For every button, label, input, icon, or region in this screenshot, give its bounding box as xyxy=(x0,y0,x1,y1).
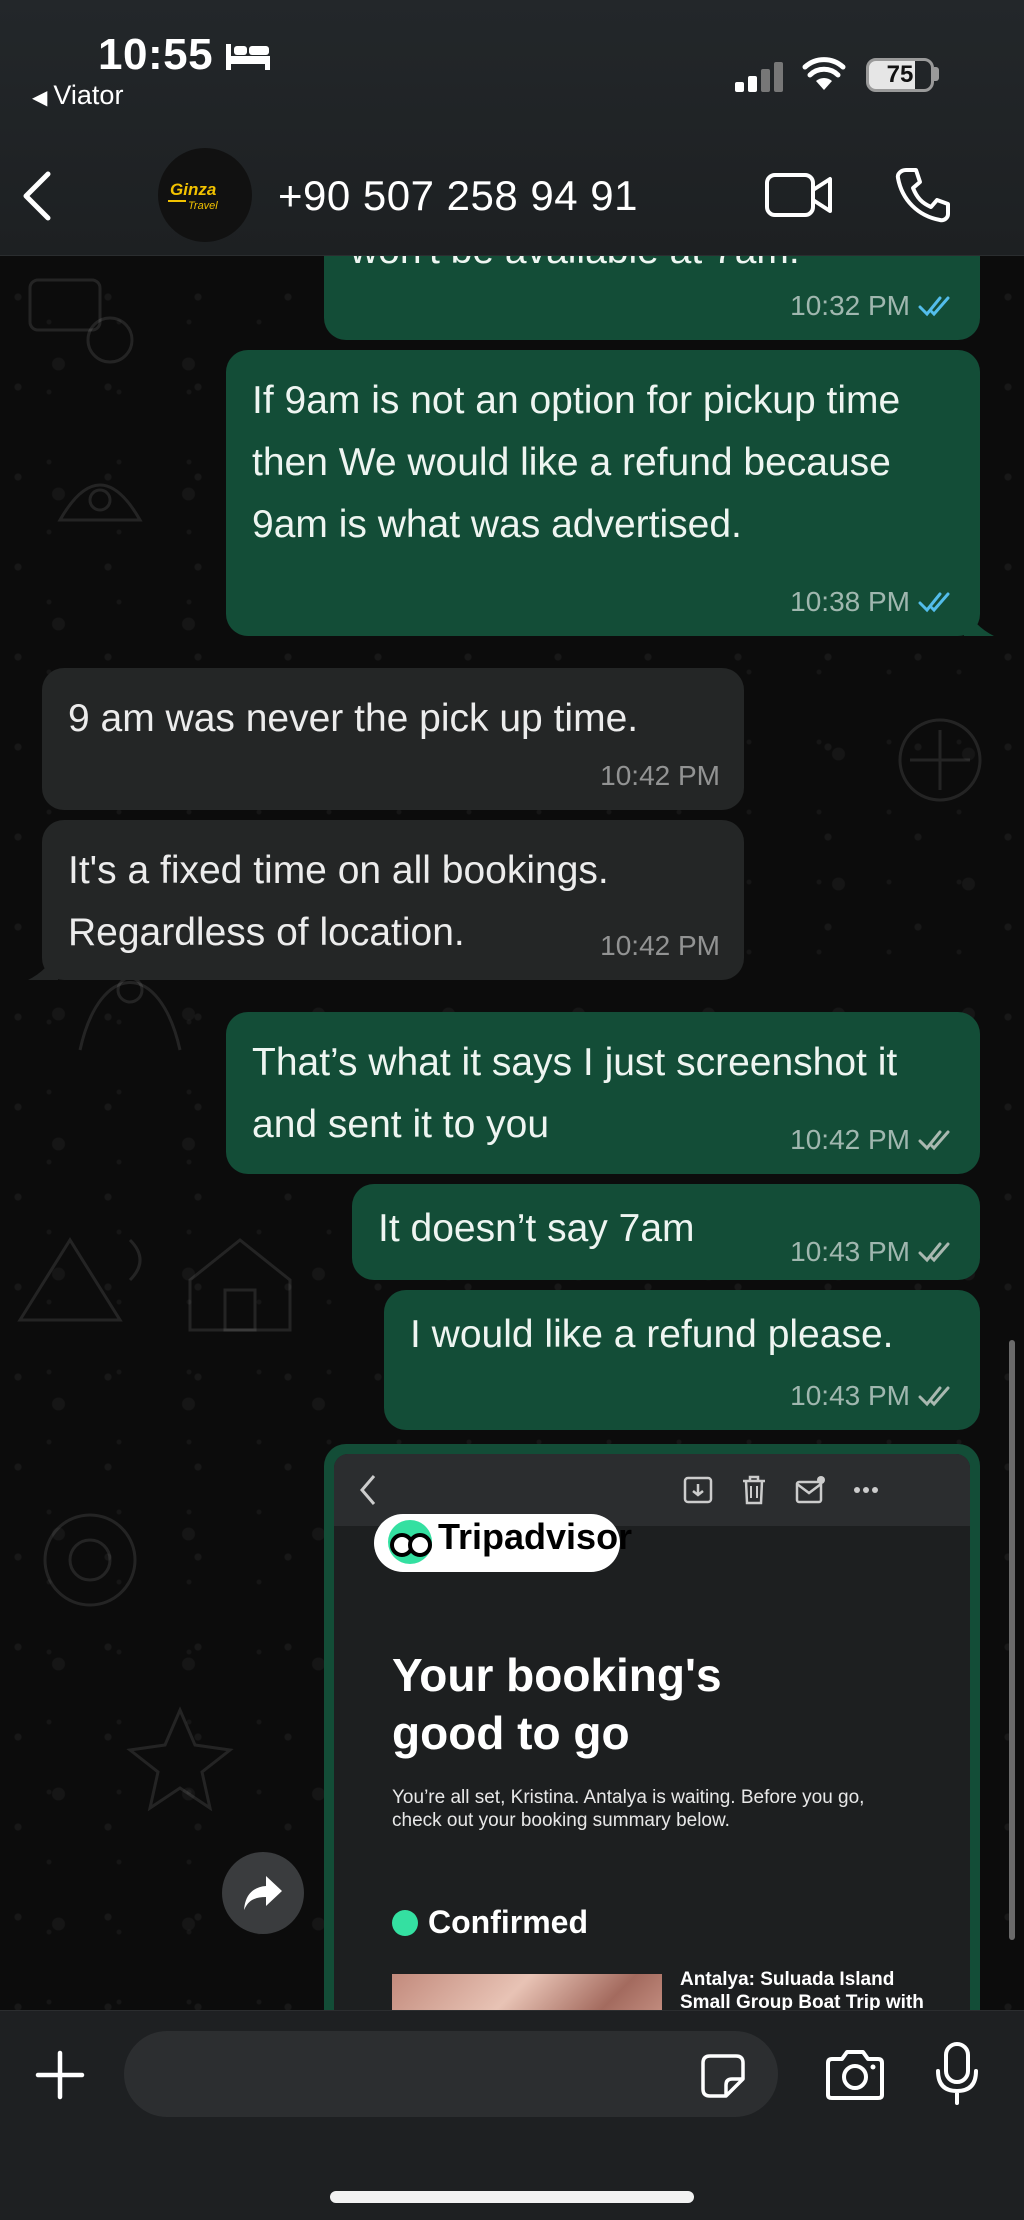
delivered-receipt-icon xyxy=(918,1242,950,1263)
archive-icon xyxy=(683,1476,713,1504)
contact-name[interactable]: +90 507 258 94 91 xyxy=(278,172,638,220)
plus-icon[interactable] xyxy=(34,2049,86,2101)
forward-button[interactable] xyxy=(222,1852,304,1934)
forward-icon xyxy=(244,1876,282,1910)
bubble-tail xyxy=(964,606,994,636)
status-time: 10:55 xyxy=(98,30,214,79)
status-label: Confirmed xyxy=(428,1904,588,1940)
email-title: Your booking's good to go xyxy=(392,1649,722,1759)
battery-tip xyxy=(934,67,939,81)
bubble-tail xyxy=(28,950,58,980)
booking-status: Confirmed xyxy=(392,1904,588,1941)
message-time: 10:43 PM xyxy=(790,1380,910,1411)
message-bubble-incoming[interactable]: It's a fixed time on all bookings. Regar… xyxy=(28,820,744,980)
phone-call-icon[interactable] xyxy=(894,166,952,224)
bed-icon xyxy=(226,44,270,70)
avatar-text-ginza: Ginza xyxy=(170,180,217,199)
wifi-icon xyxy=(802,57,846,90)
message-time: 10:43 PM xyxy=(790,1236,910,1267)
mic-icon[interactable] xyxy=(934,2041,980,2107)
wallpaper-doodle xyxy=(57,483,143,522)
read-receipt-icon xyxy=(918,592,950,613)
message-time: 10:42 PM xyxy=(790,1124,910,1155)
owl-icon xyxy=(388,1520,432,1564)
sticker-icon[interactable] xyxy=(700,2053,746,2099)
message-time: 10:38 PM xyxy=(790,586,910,617)
composer-bar xyxy=(0,2010,1024,2220)
brand-name: Tripadvisor xyxy=(438,1516,633,1557)
message-text: It's a fixed time on all bookings. Regar… xyxy=(68,849,609,954)
back-chevron-icon[interactable] xyxy=(18,168,58,224)
delivered-receipt-icon xyxy=(918,1130,950,1151)
wallpaper-doodle xyxy=(126,1706,234,1812)
message-time: 10:42 PM xyxy=(600,930,720,961)
mark-unread-icon xyxy=(795,1476,825,1504)
avatar-line xyxy=(168,200,186,202)
battery-icon: 75 xyxy=(866,58,934,92)
home-indicator[interactable] xyxy=(330,2191,694,2203)
message-time: 10:42 PM xyxy=(600,760,720,791)
video-call-icon[interactable] xyxy=(764,170,834,220)
message-bubble-outgoing[interactable]: I would like a refund please. 10:43 PM xyxy=(384,1290,980,1430)
wallpaper-doodle xyxy=(28,278,134,364)
wallpaper-doodle xyxy=(43,1513,137,1607)
back-app-label: Viator xyxy=(53,80,124,110)
email-subtitle: You’re all set, Kristina. Antalya is wai… xyxy=(392,1787,865,1831)
wallpaper-doodle xyxy=(188,1238,292,1332)
chat-header: 10:55 ◀ Viator 75 Ginza Travel +90 507 25… xyxy=(0,0,1024,256)
message-time: 10:32 PM xyxy=(790,290,910,321)
battery-level: 75 xyxy=(886,61,914,88)
message-text: 9 am was never the pick up time. xyxy=(68,697,639,740)
camera-icon[interactable] xyxy=(824,2049,886,2101)
scrollbar[interactable] xyxy=(1009,1340,1015,1940)
avatar-text-travel: Travel xyxy=(188,200,218,212)
trash-icon xyxy=(743,1475,765,1505)
chevron-left-icon xyxy=(360,1475,376,1505)
delivered-receipt-icon xyxy=(918,1386,950,1407)
message-text: I would like a refund please. xyxy=(410,1313,894,1356)
message-bubble-outgoing[interactable]: That’s what it says I just screenshot it… xyxy=(226,1012,980,1174)
wallpaper-doodle xyxy=(17,1237,142,1322)
read-receipt-icon xyxy=(918,296,950,317)
message-input[interactable] xyxy=(124,2031,778,2117)
message-bubble-outgoing[interactable]: If 9am is not an option for pickup time … xyxy=(226,350,994,636)
message-text: If 9am is not an option for pickup time … xyxy=(252,379,901,546)
wallpaper-doodle xyxy=(898,718,982,802)
message-bubble-incoming[interactable]: 9 am was never the pick up time. 10:42 P… xyxy=(42,668,744,810)
status-dot-icon xyxy=(392,1909,418,1936)
signal-icon xyxy=(735,62,783,92)
back-triangle-icon: ◀ xyxy=(32,87,48,109)
avatar[interactable]: Ginza Travel xyxy=(158,148,252,242)
back-to-app-link[interactable]: ◀ Viator xyxy=(32,80,123,111)
tripadvisor-logo: Tripadvisor xyxy=(374,1514,632,1572)
message-bubble-outgoing[interactable]: It doesn’t say 7am 10:43 PM xyxy=(352,1184,980,1280)
more-options-icon xyxy=(854,1487,878,1493)
